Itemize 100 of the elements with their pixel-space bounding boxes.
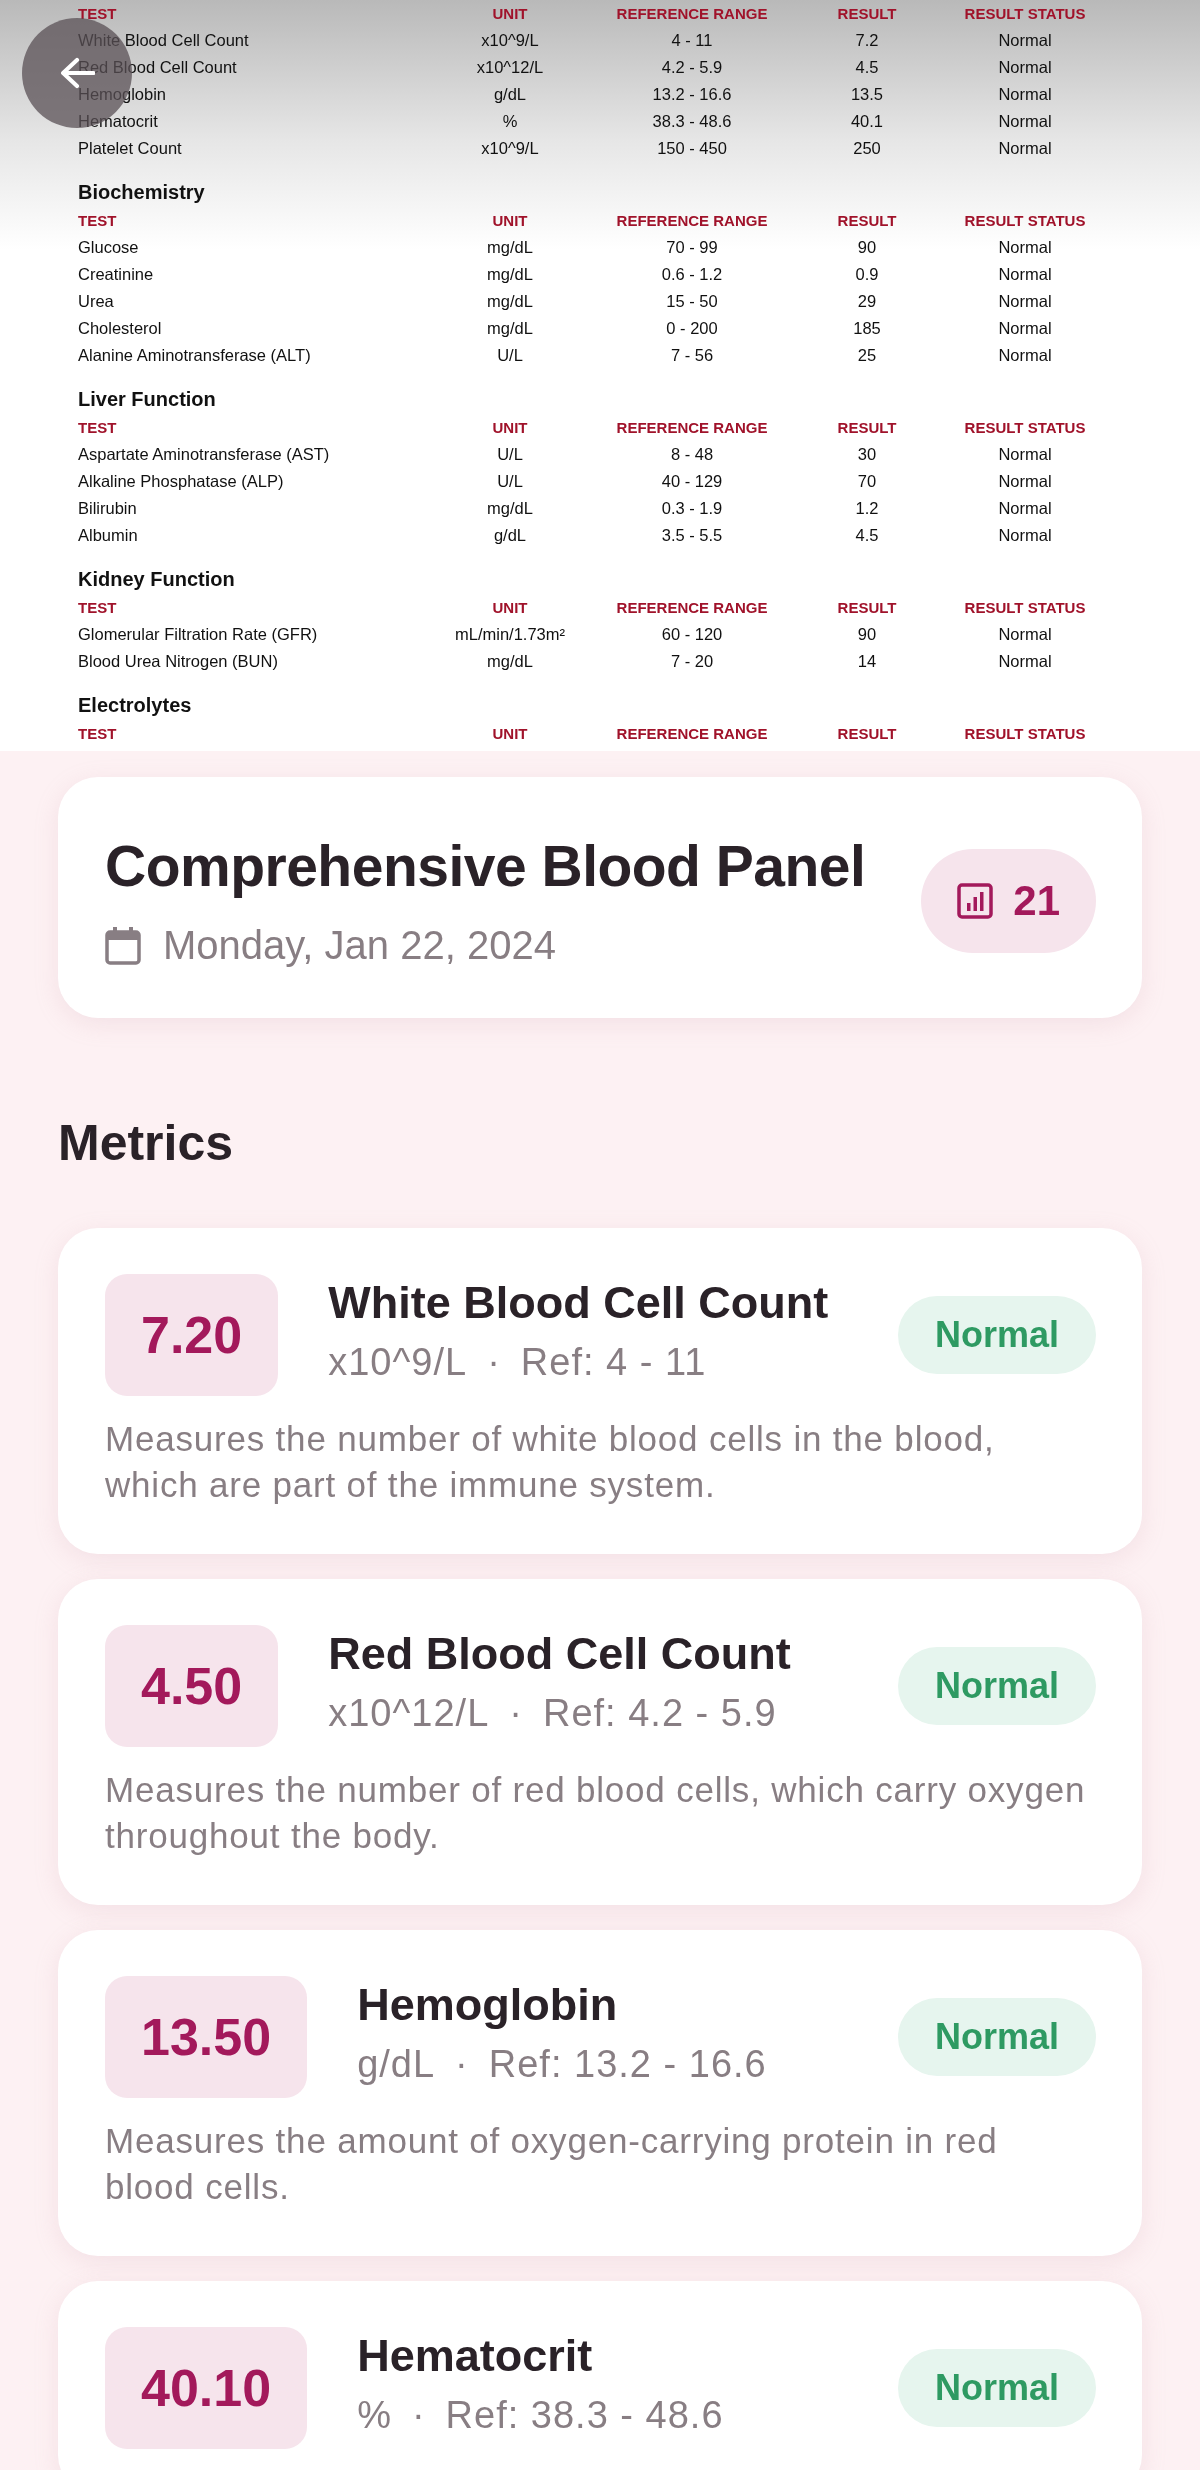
metric-unit: g/dL xyxy=(357,2042,436,2086)
table-cell-text: mg/dL xyxy=(486,291,534,312)
column-header: RESULT xyxy=(836,4,898,24)
column-header: RESULT STATUS xyxy=(963,211,1087,231)
table-cell-text: Normal xyxy=(997,624,1053,645)
table-cell-text: Bilirubin xyxy=(78,498,137,519)
table-cell-text: 150 - 450 xyxy=(656,138,728,159)
table-cell-text: Normal xyxy=(997,111,1053,132)
status-badge: Normal xyxy=(897,2349,1096,2427)
table-cell-text: Normal xyxy=(997,345,1053,366)
calendar-icon xyxy=(105,926,141,965)
column-header: UNIT xyxy=(491,4,529,24)
table-cell-text: Normal xyxy=(997,498,1053,519)
table-cell-text: 29 xyxy=(856,291,878,312)
metric-unit: % xyxy=(357,2393,392,2437)
table-cell-text: 7 - 56 xyxy=(669,345,715,366)
table-cell-text: x10^9/L xyxy=(480,30,540,51)
table-cell-text: 90 xyxy=(856,624,878,645)
metric-card[interactable]: 4.50 Red Blood Cell Count x10^12/L · Ref: 4.2 - 5.9 Normal Measures the number of red blood cells, which carry oxygen throughout the body. xyxy=(58,1579,1142,1905)
table-cell-text: 0.6 - 1.2 xyxy=(660,264,724,285)
metric-description: Measures the amount of oxygen-carrying protein in red blood cells. xyxy=(105,2120,999,2208)
table-cell-text: Alanine Aminotransferase (ALT) xyxy=(78,345,311,366)
reference-range: Ref: 38.3 - 48.6 xyxy=(445,2393,724,2437)
column-header: RESULT STATUS xyxy=(963,724,1087,744)
table-cell-text: Creatinine xyxy=(78,264,154,285)
metric-name: White Blood Cell Count xyxy=(328,1278,830,1328)
table-cell-text: Normal xyxy=(997,57,1053,78)
metric-card[interactable]: 7.20 White Blood Cell Count x10^9/L · Ref: 4 - 11 Normal Measures the number of white blood cells in the blood, which are part of the immune system. xyxy=(58,1228,1142,1554)
metric-value: 7.20 xyxy=(105,1274,279,1396)
metric-card[interactable]: 40.10 Hematocrit % · Ref: 38.3 - 48.6 Normal xyxy=(58,2281,1142,2470)
table-cell-text: Normal xyxy=(997,264,1053,285)
column-header: UNIT xyxy=(491,598,529,618)
metric-card[interactable]: 13.50 Hemoglobin g/dL · Ref: 13.2 - 16.6 Normal Measures the amount of oxygen-carrying protein in red blood cells. xyxy=(58,1930,1142,2256)
table-cell-text: 40.1 xyxy=(849,111,885,132)
column-header: REFERENCE RANGE xyxy=(615,724,769,744)
table-cell-text: 250 xyxy=(852,138,882,159)
report-section-title: Biochemistry xyxy=(77,180,206,205)
metric-value: 40.10 xyxy=(105,2327,308,2449)
table-cell-text: Normal xyxy=(997,318,1053,339)
metric-name: Red Blood Cell Count xyxy=(328,1629,792,1679)
table-cell-text: Glomerular Filtration Rate (GFR) xyxy=(78,624,318,645)
table-cell-text: mg/dL xyxy=(486,264,534,285)
report-section-title: Kidney Function xyxy=(77,567,236,592)
column-header: RESULT xyxy=(836,724,898,744)
metric-unit: x10^9/L xyxy=(328,1340,468,1384)
metric-name: Hemoglobin xyxy=(357,1980,619,2030)
table-cell-text: 7.2 xyxy=(854,30,880,51)
table-cell-text: 70 xyxy=(856,471,878,492)
column-header: UNIT xyxy=(491,724,529,744)
column-header: RESULT STATUS xyxy=(963,4,1087,24)
table-cell-text: g/dL xyxy=(492,84,528,105)
table-cell-text: 8 - 48 xyxy=(669,444,715,465)
table-cell-text: 4.5 xyxy=(854,525,880,546)
table-cell-text: 13.5 xyxy=(849,84,885,105)
column-header: TEST xyxy=(78,724,117,744)
column-header: RESULT xyxy=(836,598,898,618)
table-cell-text: Normal xyxy=(997,84,1053,105)
chart-icon xyxy=(957,882,994,919)
table-cell-text: 0 - 200 xyxy=(665,318,719,339)
column-header: REFERENCE RANGE xyxy=(615,598,769,618)
table-cell-text: Cholesterol xyxy=(78,318,162,339)
status-badge: Normal xyxy=(897,1998,1096,2076)
table-cell-text: mg/dL xyxy=(486,237,534,258)
separator-dot: · xyxy=(509,1691,523,1735)
report-section-title: Liver Function xyxy=(77,387,217,412)
table-cell-text: U/L xyxy=(496,471,524,492)
reference-range: Ref: 4.2 - 5.9 xyxy=(542,1691,777,1735)
panel-title: Comprehensive Blood Panel xyxy=(105,833,866,899)
table-cell-text: Platelet Count xyxy=(78,138,182,159)
table-cell-text: 15 - 50 xyxy=(665,291,719,312)
table-cell-text: 40 - 129 xyxy=(660,471,724,492)
reference-range: Ref: 4 - 11 xyxy=(520,1340,707,1384)
column-header: TEST xyxy=(78,4,117,24)
table-cell-text: Normal xyxy=(997,138,1053,159)
table-cell-text: x10^9/L xyxy=(480,138,540,159)
table-cell-text: 25 xyxy=(856,345,878,366)
table-cell-text: 38.3 - 48.6 xyxy=(651,111,733,132)
column-header: UNIT xyxy=(491,211,529,231)
table-cell-text: 14 xyxy=(856,651,878,672)
column-header: TEST xyxy=(78,598,117,618)
table-cell-text: Albumin xyxy=(78,525,138,546)
column-header: UNIT xyxy=(491,418,529,438)
separator-dot: · xyxy=(411,2393,426,2437)
table-cell-text: mg/dL xyxy=(486,318,534,339)
separator-dot: · xyxy=(487,1340,501,1384)
column-header: REFERENCE RANGE xyxy=(615,4,769,24)
table-cell-text: % xyxy=(501,111,519,132)
table-cell-text: Urea xyxy=(78,291,114,312)
table-cell-text: 0.9 xyxy=(854,264,880,285)
table-cell-text: 0.3 - 1.9 xyxy=(660,498,724,519)
table-cell-text: 60 - 120 xyxy=(660,624,724,645)
table-cell-text: x10^12/L xyxy=(475,57,545,78)
metric-description: Measures the number of red blood cells, which carry oxygen throughout the body. xyxy=(105,1769,1087,1857)
table-cell-text: Alkaline Phosphatase (ALP) xyxy=(78,471,284,492)
metric-value: 4.50 xyxy=(105,1625,279,1747)
table-cell-text: 4.2 - 5.9 xyxy=(660,57,724,78)
metric-unit: x10^12/L xyxy=(328,1691,490,1735)
report-section-title: Electrolytes xyxy=(77,693,193,718)
metric-count-badge[interactable]: 21 xyxy=(921,848,1096,953)
table-cell-text: 4 - 11 xyxy=(670,30,714,51)
